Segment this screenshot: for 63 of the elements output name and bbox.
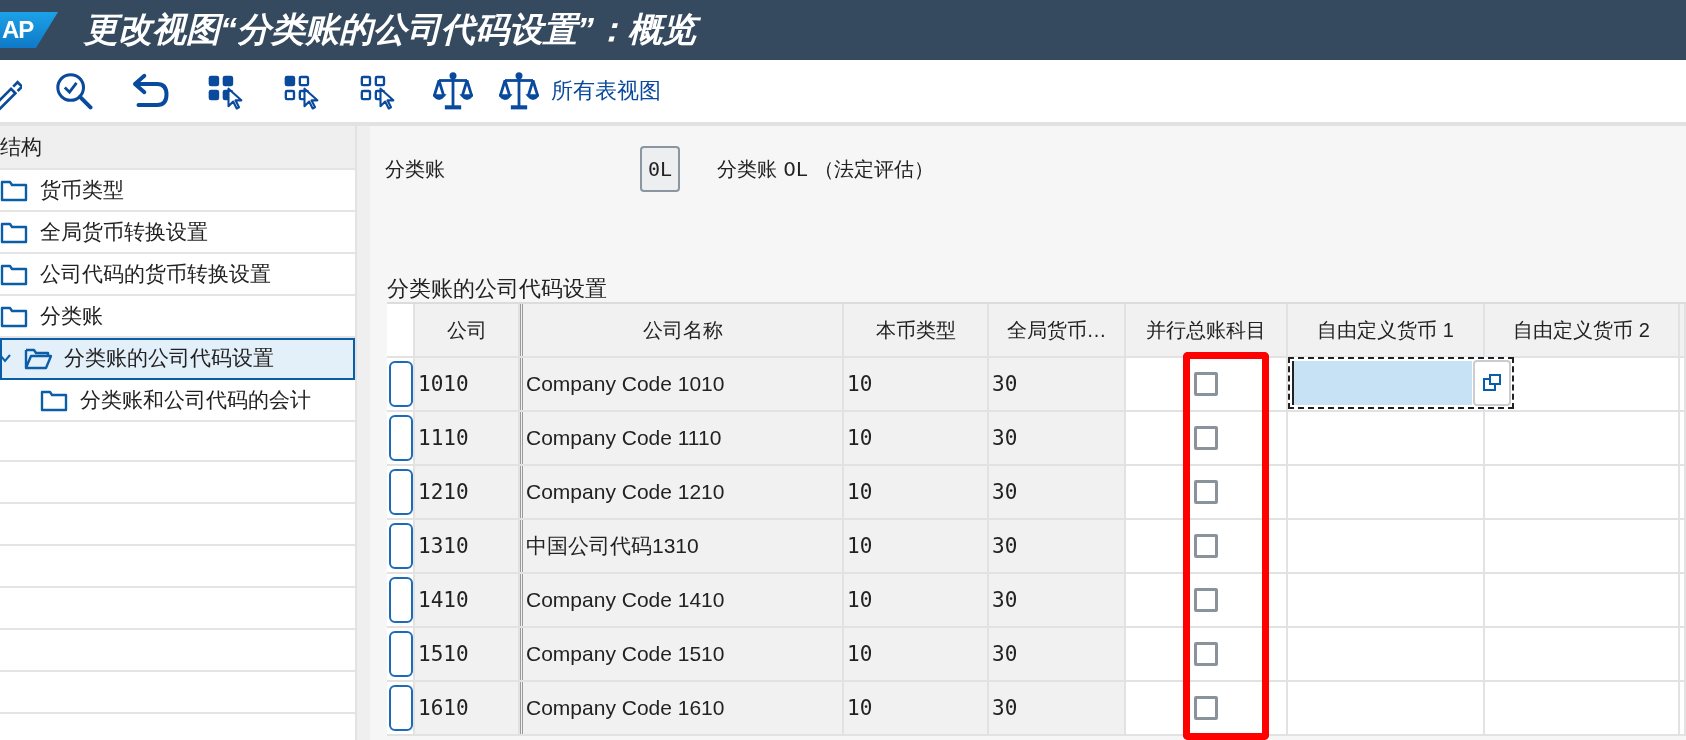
row-selector[interactable]: [389, 361, 413, 407]
table-cell: 中国公司代码1310: [520, 520, 844, 572]
checkbox[interactable]: [1194, 588, 1218, 612]
table-cell: 30: [989, 358, 1126, 410]
column-header[interactable]: 公司: [415, 304, 520, 356]
table-cell: Company Code 1510: [520, 628, 844, 680]
column-header[interactable]: 并行总账科目: [1126, 304, 1288, 356]
column-header[interactable]: 自由定义货币 1: [1288, 304, 1485, 356]
table-cell: Company Code 1110: [520, 412, 844, 464]
column-header[interactable]: 自由定义货币 2: [1485, 304, 1680, 356]
table-cell: 10: [844, 682, 989, 734]
row-selector[interactable]: [389, 523, 413, 569]
table-cell: 30: [989, 466, 1126, 518]
input-field[interactable]: [1288, 357, 1514, 409]
row-selector[interactable]: [389, 469, 413, 515]
table-cell: 1310: [415, 520, 520, 572]
ledger-field: 0L: [640, 146, 680, 192]
table-cell: 1110: [415, 412, 520, 464]
table-cell: Company Code 1610: [520, 682, 844, 734]
ledger-description: 分类账 0L （法定评估）: [717, 155, 934, 183]
value-help-icon[interactable]: [1482, 373, 1502, 393]
scales-icon: [499, 70, 539, 112]
field-label: 分类账: [385, 156, 446, 182]
table-cell: 1010: [415, 358, 520, 410]
table-cell: 1510: [415, 628, 520, 680]
tree-header: 结构: [0, 126, 355, 170]
logo: AP: [0, 12, 58, 48]
row-selector[interactable]: [389, 415, 413, 461]
checkbox[interactable]: [1194, 480, 1218, 504]
table-cell: 1410: [415, 574, 520, 626]
window-title: 更改视图“分类账的公司代码设置”：概览: [84, 3, 706, 57]
table-cell: 30: [989, 628, 1126, 680]
table-cell: 30: [989, 412, 1126, 464]
search-icon: [53, 70, 93, 112]
checkbox[interactable]: [1194, 426, 1218, 450]
tree-item[interactable]: 分类账的公司代码设置: [0, 338, 355, 380]
table-cell: 1210: [415, 466, 520, 518]
table-cell: 30: [989, 682, 1126, 734]
table-cell: 10: [844, 628, 989, 680]
table-cell: 10: [844, 412, 989, 464]
row-selector[interactable]: [389, 685, 413, 731]
table-cell: 10: [844, 520, 989, 572]
table-cell: Company Code 1410: [520, 574, 844, 626]
table-cell: 30: [989, 520, 1126, 572]
table-cell: 1610: [415, 682, 520, 734]
table-cell: Company Code 1210: [520, 466, 844, 518]
scales-icon: [433, 70, 473, 112]
table-title: 分类账的公司代码设置: [387, 275, 608, 302]
table-cell: 30: [989, 574, 1126, 626]
table-cell: Company Code 1010: [520, 358, 844, 410]
all-table-views-button[interactable]: 所有表视图: [493, 70, 667, 112]
checkbox[interactable]: [1194, 372, 1218, 396]
column-header[interactable]: 本币类型: [844, 304, 989, 356]
column-header[interactable]: 公司名称: [520, 304, 844, 356]
column-header[interactable]: 全局货币…: [989, 304, 1126, 356]
table-cell: 10: [844, 358, 989, 410]
row-selector[interactable]: [389, 577, 413, 623]
table-cell: 10: [844, 466, 989, 518]
table-cell: 10: [844, 574, 989, 626]
checkbox[interactable]: [1194, 534, 1218, 558]
row-selector[interactable]: [389, 631, 413, 677]
checkbox[interactable]: [1194, 642, 1218, 666]
checkbox[interactable]: [1194, 696, 1218, 720]
